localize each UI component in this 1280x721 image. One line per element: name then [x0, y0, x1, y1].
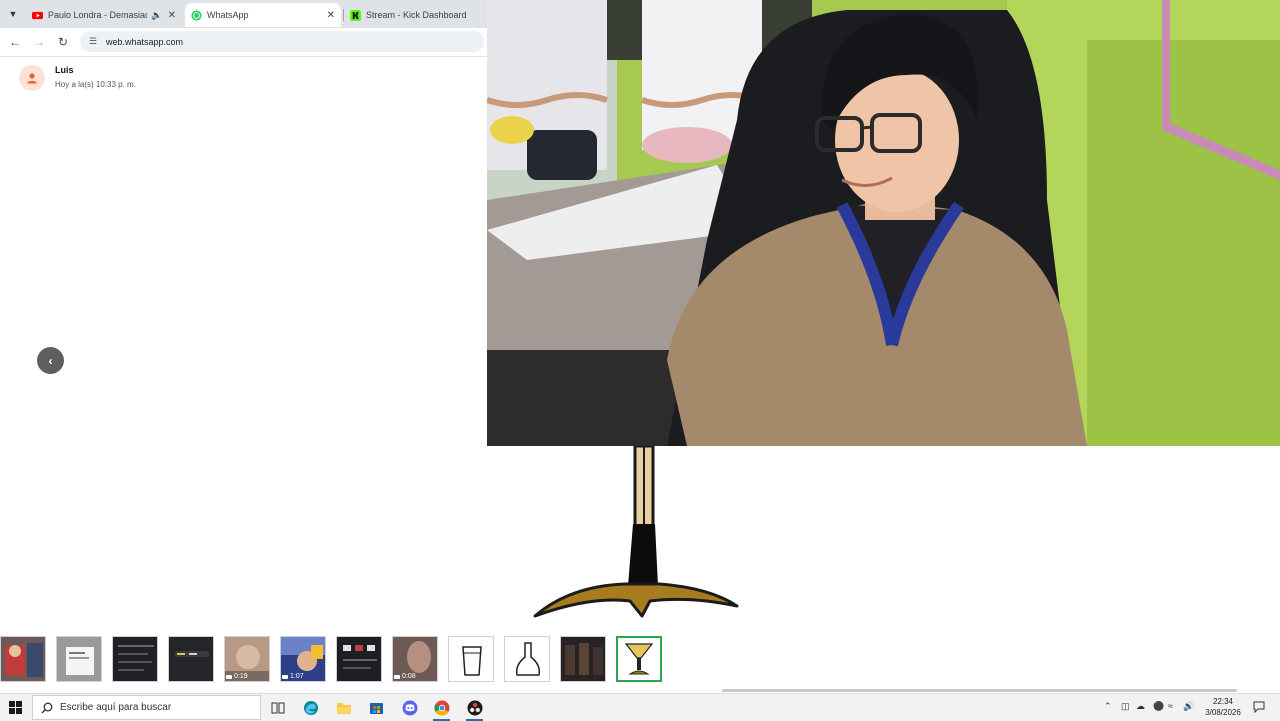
cocktail-stand-drawing — [533, 446, 739, 618]
wifi-icon[interactable]: ≈ — [1168, 701, 1173, 711]
back-arrow-icon[interactable]: ← — [6, 33, 24, 51]
network-device-icon[interactable]: ◫ — [1121, 701, 1130, 712]
youtube-icon — [32, 11, 43, 19]
duration-text: 0:19 — [234, 673, 248, 680]
address-bar[interactable]: ☰ web.whatsapp.com — [80, 31, 484, 52]
previous-button[interactable]: ‹ — [37, 347, 64, 374]
thumbnail-image — [337, 637, 381, 681]
discord-icon[interactable] — [401, 699, 418, 716]
thumbnail[interactable] — [56, 636, 102, 682]
browser-tab-strip: ▼ Paulo Londra - Demasiado 🔈 ✕ WhatsApp … — [0, 0, 487, 28]
thumbnail[interactable] — [0, 636, 46, 682]
browser-toolbar: ← → ↻ ☰ web.whatsapp.com — [0, 28, 487, 56]
chevron-left-icon: ‹ — [48, 353, 53, 368]
onedrive-icon[interactable]: ☁ — [1136, 701, 1145, 712]
message-timestamp: Hoy a la(s) 10:33 p. m. — [55, 80, 136, 89]
store-icon[interactable] — [368, 699, 385, 716]
site-info-icon[interactable]: ☰ — [88, 36, 98, 47]
avatar[interactable] — [19, 65, 45, 91]
tab-youtube[interactable]: Paulo Londra - Demasiado 🔈 ✕ — [26, 3, 182, 27]
task-view-icon[interactable] — [269, 699, 286, 716]
thumbnail[interactable] — [336, 636, 382, 682]
thumbnail-image — [1, 637, 45, 681]
tab-title: Paulo Londra - Demasiado — [48, 10, 148, 20]
microphone-icon[interactable]: ⚫ — [1153, 701, 1164, 712]
duration-text: 0:08 — [402, 673, 416, 680]
reload-icon[interactable]: ↻ — [54, 33, 72, 51]
thumbnail[interactable] — [112, 636, 158, 682]
tab-search-chevron-icon[interactable]: ▼ — [4, 5, 22, 23]
thumbnail-video[interactable]: 0:19 — [224, 636, 270, 682]
cocktail-drawing-icon — [624, 643, 654, 675]
thumbnail-video[interactable]: 0:08 — [392, 636, 438, 682]
close-tab-icon[interactable]: ✕ — [327, 10, 335, 21]
file-explorer-icon[interactable] — [335, 699, 352, 716]
notification-center-icon[interactable] — [1253, 701, 1265, 713]
obs-icon[interactable] — [466, 699, 483, 716]
contact-name: Luis — [55, 65, 74, 75]
video-camera-icon — [282, 674, 288, 679]
chevron-up-icon[interactable]: ⌃ — [1104, 701, 1112, 712]
address-text: web.whatsapp.com — [106, 36, 184, 47]
close-tab-icon[interactable]: ✕ — [168, 10, 176, 21]
kick-icon — [350, 9, 361, 21]
taskbar-search-box[interactable]: Escribe aquí para buscar — [32, 695, 261, 720]
thumbnail[interactable] — [560, 636, 606, 682]
duration-text: 1:07 — [290, 673, 304, 680]
thumbnail-image — [57, 637, 101, 681]
thumbnail[interactable] — [504, 636, 550, 682]
tab-kick[interactable]: Stream - Kick Dashboard — [344, 3, 487, 27]
taskbar: Escribe aquí para buscar ⌃ ◫ ☁ ⚫ ≈ 🔊 22:… — [0, 693, 1280, 721]
taskbar-clock[interactable]: 22:34 3/08/2026 — [1196, 696, 1250, 718]
thumbnail[interactable] — [168, 636, 214, 682]
edge-icon[interactable] — [302, 699, 319, 716]
video-camera-icon — [394, 674, 400, 679]
bottle-drawing-icon — [515, 642, 541, 676]
thumbnail[interactable] — [448, 636, 494, 682]
tab-whatsapp[interactable]: WhatsApp ✕ — [185, 3, 341, 27]
tray-scrollbar[interactable] — [722, 689, 1237, 692]
person-icon — [27, 73, 37, 84]
forward-arrow-icon[interactable]: → — [30, 33, 48, 51]
toolbar-divider — [0, 56, 487, 57]
tab-title: WhatsApp — [207, 10, 249, 20]
volume-icon[interactable]: 🔊 — [1183, 701, 1194, 712]
thumbnail-video[interactable]: 1:07 — [280, 636, 326, 682]
webcam-image — [487, 0, 1280, 446]
whatsapp-icon — [191, 9, 202, 21]
thumbnail-selected[interactable] — [616, 636, 662, 682]
video-duration: 0:19 — [226, 673, 248, 680]
video-duration: 0:08 — [394, 673, 416, 680]
windows-start-icon[interactable] — [9, 701, 22, 714]
media-thumbnail-tray: 0:19 1:07 0:08 — [0, 632, 1280, 688]
speaker-icon[interactable]: 🔈 — [151, 10, 162, 21]
video-camera-icon — [226, 674, 232, 679]
chrome-icon[interactable] — [433, 699, 450, 716]
thumbnail-image — [113, 637, 157, 681]
clock-time: 22:34 — [1212, 697, 1234, 706]
thumbnail-image — [561, 637, 605, 681]
glass-drawing-icon — [462, 646, 482, 676]
webcam-feed — [487, 0, 1280, 446]
clock-date: 3/08/2026 — [1205, 708, 1241, 717]
tab-title: Stream - Kick Dashboard — [366, 10, 467, 20]
thumbnail-image — [169, 637, 213, 681]
search-placeholder: Escribe aquí para buscar — [60, 702, 172, 713]
video-duration: 1:07 — [282, 673, 304, 680]
search-icon — [41, 702, 53, 713]
